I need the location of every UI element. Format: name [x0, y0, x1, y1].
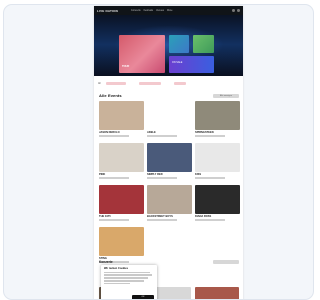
main-nav: Concerts Festivals Venues More	[131, 9, 172, 12]
event-card[interactable]: THE 1975	[99, 185, 144, 221]
hero-tile-caption: ON SALE	[172, 61, 183, 64]
see-all-button[interactable]: Alle anzeigen	[213, 93, 239, 98]
event-subtitle	[147, 177, 177, 179]
event-card[interactable]: JASON DERULO	[99, 101, 144, 137]
event-image[interactable]	[99, 101, 144, 130]
hero-feature-caption: TOUR	[122, 65, 130, 68]
event-image[interactable]	[195, 101, 240, 130]
cookie-text-line	[104, 271, 150, 273]
section-header-secondary: Konzerte	[99, 260, 239, 264]
cookie-banner: Wir nutzen Cookies OK	[101, 265, 157, 299]
nav-item[interactable]: More	[167, 9, 172, 12]
event-subtitle	[147, 219, 177, 221]
hero-tile[interactable]	[193, 35, 214, 53]
event-subtitle	[99, 219, 129, 221]
event-image[interactable]	[147, 185, 192, 214]
event-title[interactable]: JASON DERULO	[99, 131, 144, 134]
event-title[interactable]: SPRINGSTEEN	[195, 131, 240, 134]
site-logo[interactable]: LIVE NATION	[97, 9, 118, 13]
header-icons	[232, 9, 240, 12]
event-subtitle	[99, 135, 129, 137]
event-image[interactable]	[195, 143, 240, 172]
event-title[interactable]: BACKSTREET BOYS	[147, 215, 192, 218]
event-title[interactable]: DIANA ROSS	[195, 215, 240, 218]
event-card[interactable]: KISS	[195, 143, 240, 179]
event-title[interactable]: SIMPLY RED	[147, 173, 192, 176]
hero-tile[interactable]	[169, 35, 189, 53]
hero-banner: TOUR ON SALE	[94, 15, 243, 76]
event-image[interactable]	[195, 185, 240, 214]
see-all-button-secondary[interactable]	[213, 260, 239, 264]
event-card[interactable]: SPRINGSTEEN	[195, 101, 240, 137]
event-image[interactable]	[99, 143, 144, 172]
event-title[interactable]: PINK	[99, 173, 144, 176]
filter-bar: All	[98, 80, 240, 86]
hero-wide-tile[interactable]: ON SALE	[169, 56, 214, 73]
event-subtitle	[147, 135, 177, 137]
nav-item[interactable]: Concerts	[131, 9, 141, 12]
cookie-accept-button[interactable]: OK	[132, 295, 154, 299]
event-card[interactable]: SIMPLY RED	[147, 143, 192, 179]
event-card[interactable]: DIANA ROSS	[195, 185, 240, 221]
event-card[interactable]: BACKSTREET BOYS	[147, 185, 192, 221]
event-image[interactable]	[99, 185, 144, 214]
section-title: Alle Events	[99, 93, 122, 98]
filter-pill[interactable]	[173, 81, 186, 85]
cookie-text-line	[104, 280, 144, 282]
top-navigation-bar: LIVE NATION Concerts Festivals Venues Mo…	[94, 6, 243, 15]
search-icon[interactable]	[232, 9, 235, 12]
cookie-text-line	[104, 277, 148, 279]
filter-label[interactable]: All	[98, 82, 101, 85]
event-subtitle	[195, 219, 225, 221]
account-icon[interactable]	[237, 9, 240, 12]
event-subtitle	[195, 177, 225, 179]
event-card[interactable]: PINK	[99, 143, 144, 179]
event-title[interactable]: ADELE	[147, 131, 192, 134]
event-subtitle	[195, 135, 225, 137]
filter-pill[interactable]	[138, 81, 161, 85]
event-image[interactable]	[99, 227, 144, 256]
nav-item[interactable]: Festivals	[144, 9, 153, 12]
webpage: LIVE NATION Concerts Festivals Venues Mo…	[94, 6, 243, 299]
hero-feature-card[interactable]: TOUR	[119, 35, 165, 73]
section-title-secondary: Konzerte	[99, 260, 113, 264]
cookie-text-line	[104, 274, 152, 276]
event-subtitle	[99, 177, 129, 179]
event-card[interactable]: STING	[99, 227, 144, 263]
event-image[interactable]	[195, 287, 239, 299]
event-title[interactable]: KISS	[195, 173, 240, 176]
event-image[interactable]	[147, 101, 192, 130]
filter-pill[interactable]	[105, 81, 126, 85]
browser-frame: LIVE NATION Concerts Festivals Venues Mo…	[3, 4, 314, 300]
event-card[interactable]: ADELE	[147, 101, 192, 137]
nav-item[interactable]: Venues	[156, 9, 164, 12]
event-image[interactable]	[147, 143, 192, 172]
cookie-text-line	[104, 283, 130, 285]
section-header: Alle Events Alle anzeigen	[99, 93, 239, 98]
cookie-title: Wir nutzen Cookies	[104, 267, 129, 270]
event-title[interactable]: THE 1975	[99, 215, 144, 218]
